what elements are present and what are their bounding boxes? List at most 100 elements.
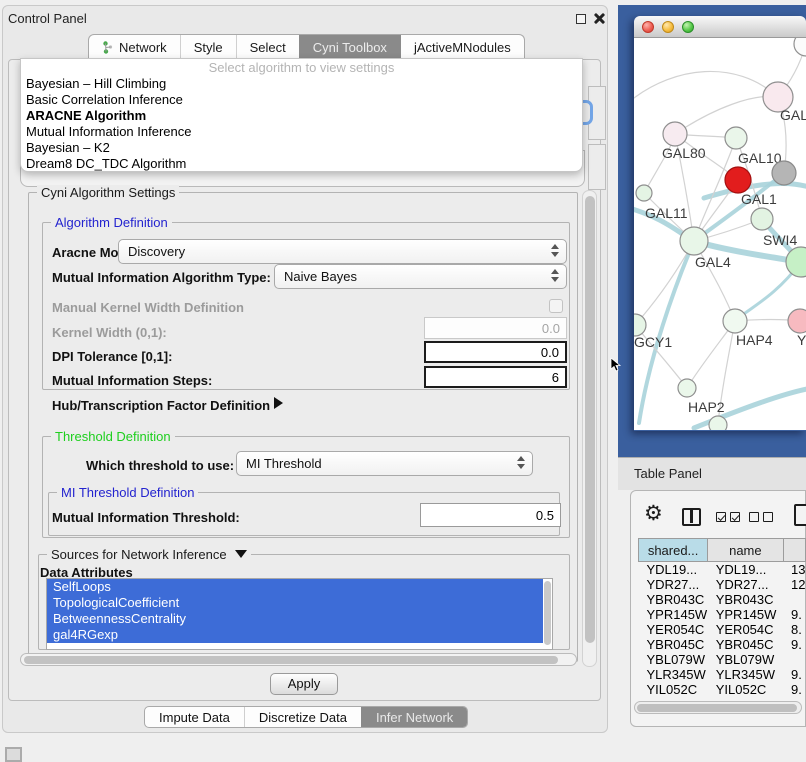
table-row[interactable]: YLR345WYLR345W9. <box>639 667 806 682</box>
table-cell[interactable]: YIL052C <box>708 682 783 697</box>
data-attribute-item-selected[interactable]: SelfLoops <box>47 579 543 595</box>
tab-jactivemnodules[interactable]: jActiveMNodules <box>400 35 524 60</box>
tab-cyni-toolbox[interactable]: Cyni Toolbox <box>299 35 400 60</box>
column-header-name[interactable]: name <box>708 539 783 562</box>
close-panel-icon[interactable] <box>593 12 606 25</box>
aracne-mode-combobox[interactable]: Discovery <box>118 239 567 264</box>
table-cell[interactable]: YBL079W <box>639 652 708 667</box>
table-cell[interactable]: YLR345W <box>708 667 783 682</box>
float-panel-icon[interactable] <box>576 14 586 24</box>
table-cell[interactable]: YER054C <box>708 622 783 637</box>
table-cell[interactable]: YDR27... <box>708 577 783 592</box>
node-gal80[interactable] <box>663 122 687 146</box>
table-cell[interactable] <box>783 592 805 607</box>
apply-button[interactable]: Apply <box>270 673 338 695</box>
tab-select[interactable]: Select <box>236 35 299 60</box>
node-gal11[interactable] <box>636 185 652 201</box>
data-attribute-item-selected[interactable]: BetweennessCentrality <box>47 611 543 627</box>
table-cell[interactable]: YPR145W <box>708 607 783 622</box>
table-cell[interactable]: 13 <box>783 562 805 578</box>
algorithm-option[interactable]: Bayesian – Hill Climbing <box>21 76 582 92</box>
split-columns-icon[interactable] <box>682 508 701 526</box>
node-red[interactable] <box>725 167 751 193</box>
settings-gear-icon[interactable]: ⚙ <box>644 503 663 524</box>
page-icon[interactable] <box>794 504 806 526</box>
node-hap4[interactable] <box>723 309 747 333</box>
node-gal4[interactable] <box>680 227 708 255</box>
algorithm-option[interactable]: Mutual Information Inference <box>21 124 582 140</box>
which-threshold-combobox[interactable]: MI Threshold <box>236 451 533 476</box>
node-pink-right[interactable] <box>788 309 806 333</box>
node-attribute-table[interactable]: shared... name YDL19...YDL19...13YDR27..… <box>638 538 806 697</box>
network-window-titlebar[interactable] <box>634 16 806 38</box>
table-cell[interactable]: 9. <box>783 607 805 622</box>
data-attribute-item-selected[interactable]: TopologicalCoefficient <box>47 595 543 611</box>
table-row[interactable]: YBR045CYBR045C9. <box>639 637 806 652</box>
minimize-window-icon[interactable] <box>662 21 674 33</box>
table-cell[interactable] <box>783 652 805 667</box>
table-cell[interactable]: YDL19... <box>708 562 783 578</box>
network-edge[interactable] <box>635 241 694 325</box>
node-gcy1[interactable] <box>634 314 646 336</box>
mi-threshold-field[interactable]: 0.5 <box>420 503 561 527</box>
table-cell[interactable]: YPR145W <box>639 607 708 622</box>
node-gal1[interactable] <box>751 208 773 230</box>
table-cell[interactable]: 8. <box>783 622 805 637</box>
table-cell[interactable]: YBR043C <box>639 592 708 607</box>
close-window-icon[interactable] <box>642 21 654 33</box>
network-edge[interactable] <box>675 96 778 134</box>
table-row[interactable]: YER054CYER054C8. <box>639 622 806 637</box>
deselect-all-checkboxes-icon[interactable] <box>749 512 773 522</box>
network-edge[interactable] <box>634 71 778 98</box>
algorithm-option[interactable]: Dream8 DC_TDC Algorithm <box>21 156 582 172</box>
kernel-width-field[interactable]: 0.0 <box>424 317 567 339</box>
table-cell[interactable]: 9. <box>783 682 805 697</box>
table-row[interactable]: YDL19...YDL19...13 <box>639 562 806 578</box>
table-cell[interactable]: YDR27... <box>639 577 708 592</box>
table-row[interactable]: YBL079WYBL079W <box>639 652 806 667</box>
data-attributes-list[interactable]: SelfLoopsTopologicalCoefficientBetweenne… <box>46 578 553 650</box>
manual-kernel-width-checkbox[interactable] <box>549 299 563 313</box>
table-row[interactable]: YIL052CYIL052C9. <box>639 682 806 697</box>
collapse-down-icon[interactable] <box>235 550 247 558</box>
table-row[interactable]: YBR043CYBR043C <box>639 592 806 607</box>
column-header-clipped[interactable] <box>783 539 805 562</box>
column-header-shared-name[interactable]: shared... <box>639 539 708 562</box>
table-row[interactable]: YDR27...YDR27...12 <box>639 577 806 592</box>
mi-steps-field[interactable]: 6 <box>424 366 567 388</box>
table-cell[interactable]: 9. <box>783 637 805 652</box>
tab-discretize-data[interactable]: Discretize Data <box>244 707 361 727</box>
table-cell[interactable]: 12 <box>783 577 805 592</box>
settings-vertical-scrollbar[interactable] <box>582 190 597 667</box>
table-cell[interactable]: YER054C <box>639 622 708 637</box>
algorithm-option[interactable]: ARACNE Algorithm <box>21 108 582 124</box>
tab-network[interactable]: Network <box>89 35 180 60</box>
node-gray[interactable] <box>772 161 796 185</box>
data-attribute-item-selected[interactable]: gal4RGexp <box>47 627 543 643</box>
table-cell[interactable]: YBR043C <box>708 592 783 607</box>
table-cell[interactable]: YDL19... <box>639 562 708 578</box>
node-bottom[interactable] <box>709 416 727 430</box>
tab-infer-network[interactable]: Infer Network <box>361 707 467 727</box>
table-cell[interactable]: YIL052C <box>639 682 708 697</box>
list-scrollbar[interactable] <box>544 581 551 645</box>
expand-right-icon[interactable] <box>274 397 283 409</box>
network-canvas[interactable]: GALGAL80GAL10GAL1GAL11GAL4SWI4GCY1HAP4YH… <box>634 38 806 430</box>
node-top-corner[interactable] <box>794 38 806 56</box>
table-cell[interactable]: YBR045C <box>639 637 708 652</box>
tab-impute-data[interactable]: Impute Data <box>145 707 244 727</box>
table-row[interactable]: YPR145WYPR145W9. <box>639 607 806 622</box>
algorithm-option[interactable]: Bayesian – K2 <box>21 140 582 156</box>
table-cell[interactable]: YLR345W <box>639 667 708 682</box>
node-gal10[interactable] <box>725 127 747 149</box>
table-cell[interactable]: YBL079W <box>708 652 783 667</box>
node-hap2[interactable] <box>678 379 696 397</box>
settings-horizontal-scrollbar[interactable] <box>20 653 577 666</box>
table-cell[interactable]: YBR045C <box>708 637 783 652</box>
table-horizontal-scrollbar[interactable] <box>634 701 802 714</box>
mi-algorithm-type-combobox[interactable]: Naive Bayes <box>274 264 567 289</box>
algorithm-option[interactable]: Basic Correlation Inference <box>21 92 582 108</box>
select-all-checkboxes-icon[interactable] <box>716 512 740 522</box>
panel-grip-button[interactable] <box>5 747 22 762</box>
zoom-window-icon[interactable] <box>682 21 694 33</box>
